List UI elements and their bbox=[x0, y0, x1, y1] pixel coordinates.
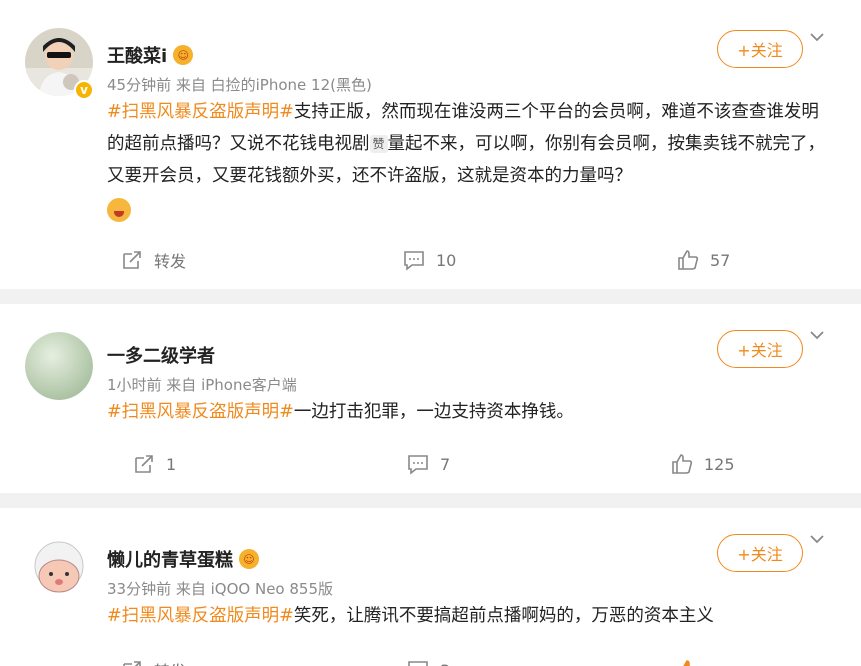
username[interactable]: 一多二级学者 bbox=[107, 342, 215, 368]
chevron-down-icon[interactable] bbox=[808, 530, 826, 548]
username[interactable]: 王酸菜i ☺ bbox=[107, 42, 194, 68]
comment-button[interactable]: 10 bbox=[402, 248, 456, 272]
post-meta: 33分钟前 来自 iQOO Neo 855版 bbox=[107, 580, 334, 598]
repost-icon bbox=[135, 455, 153, 473]
fan-badge-icon: ☺ bbox=[239, 549, 259, 569]
post-card: 一多二级学者 1小时前 来自 iPhone客户端 +关注 #扫黑风暴反盗版声明#… bbox=[0, 304, 861, 493]
avatar[interactable] bbox=[25, 332, 93, 400]
verified-badge-icon: v bbox=[74, 80, 94, 100]
fan-badge-icon: ☺ bbox=[173, 45, 194, 65]
like-button[interactable]: 125 bbox=[670, 452, 735, 476]
post-meta: 1小时前 来自 iPhone客户端 bbox=[107, 376, 297, 394]
post-content: #扫黑风暴反盗版声明#支持正版，然而现在谁没两三个平台的会员啊，难道不该查查谁发… bbox=[107, 96, 827, 224]
like-button[interactable]: 57 bbox=[676, 248, 730, 272]
repost-button[interactable]: 1 bbox=[132, 452, 176, 476]
comment-button[interactable]: 3 bbox=[406, 658, 450, 666]
thumbs-up-icon bbox=[672, 454, 693, 474]
comment-icon bbox=[404, 251, 424, 271]
post-meta: 45分钟前 来自 白捡的iPhone 12(黑色) bbox=[107, 76, 372, 94]
action-bar: 转发 10 57 bbox=[0, 248, 861, 278]
avatar[interactable] bbox=[25, 536, 93, 604]
post-card: v 王酸菜i ☺ 45分钟前 来自 白捡的iPhone 12(黑色) +关注 #… bbox=[0, 0, 861, 289]
action-bar: 1 7 125 bbox=[0, 452, 861, 482]
follow-button[interactable]: +关注 bbox=[717, 534, 803, 572]
repost-icon bbox=[123, 661, 141, 666]
action-bar: 转发 3 bbox=[0, 658, 861, 666]
hashtag-link[interactable]: #扫黑风暴反盗版声明# bbox=[107, 402, 294, 422]
like-overlay: 赞 bbox=[369, 135, 388, 153]
repost-button[interactable]: 转发 bbox=[120, 658, 186, 666]
comment-button[interactable]: 7 bbox=[406, 452, 450, 476]
thumbs-up-icon bbox=[683, 660, 690, 666]
weibo-comment-feed: v 王酸菜i ☺ 45分钟前 来自 白捡的iPhone 12(黑色) +关注 #… bbox=[0, 0, 861, 666]
repost-button[interactable]: 转发 bbox=[120, 248, 186, 272]
follow-button[interactable]: +关注 bbox=[717, 30, 803, 68]
scream-emoji-icon bbox=[107, 198, 131, 222]
post-card: 懒儿的青草蛋糕 ☺ 33分钟前 来自 iQOO Neo 855版 +关注 #扫黑… bbox=[0, 508, 861, 666]
username[interactable]: 懒儿的青草蛋糕 ☺ bbox=[107, 546, 259, 572]
comment-icon bbox=[408, 661, 428, 666]
hashtag-link[interactable]: #扫黑风暴反盗版声明# bbox=[107, 102, 294, 122]
hashtag-link[interactable]: #扫黑风暴反盗版声明# bbox=[107, 606, 294, 626]
chevron-down-icon[interactable] bbox=[808, 28, 826, 46]
post-content: #扫黑风暴反盗版声明#笑死，让腾讯不要搞超前点播啊妈的，万恶的资本主义 bbox=[107, 606, 714, 626]
comment-icon bbox=[408, 455, 428, 475]
chevron-down-icon[interactable] bbox=[808, 326, 826, 344]
thumbs-up-icon bbox=[678, 250, 699, 270]
repost-icon bbox=[123, 251, 141, 269]
follow-button[interactable]: +关注 bbox=[717, 330, 803, 368]
post-content: #扫黑风暴反盗版声明#一边打击犯罪，一边支持资本挣钱。 bbox=[107, 402, 574, 422]
like-button[interactable] bbox=[676, 658, 710, 666]
